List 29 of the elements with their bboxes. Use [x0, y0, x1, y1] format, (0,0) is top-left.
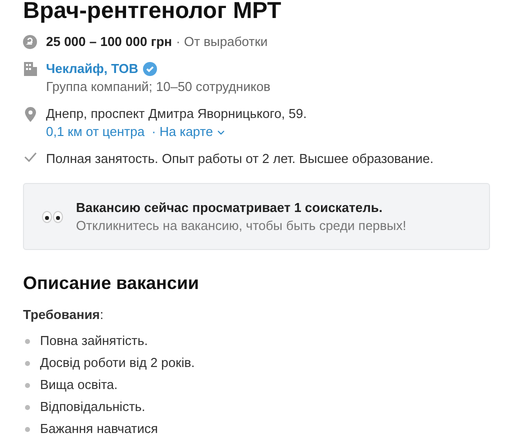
bullet-icon	[25, 426, 30, 432]
distance-link[interactable]: 0,1 км от центра	[46, 123, 145, 141]
eyes-icon	[42, 210, 64, 222]
company-link[interactable]: Чеклайф, ТОВ	[46, 60, 138, 78]
requirement-item: Досвід роботи від 2 років.	[40, 354, 195, 372]
salary-range: 25 000 – 100 000 грн	[46, 33, 172, 51]
address-text: Днепр, проспект Дмитра Яворницького, 59.	[46, 105, 307, 123]
job-title: Врач-рентгенолог МРТ	[23, 0, 282, 23]
requirement-item: Бажання навчатися	[40, 420, 158, 438]
map-link[interactable]: · На карте	[152, 123, 225, 141]
bullet-icon	[25, 338, 30, 344]
location-pin-icon	[24, 107, 36, 122]
bullet-icon	[25, 382, 30, 388]
salary-note: · От выработки	[176, 33, 268, 51]
section-heading: Описание вакансии	[23, 272, 200, 294]
requirement-item: Повна зайнятість.	[40, 332, 148, 350]
requirement-item: Відповідальність.	[40, 398, 146, 416]
notice-title: Вакансию сейчас просматривает 1 соискатель.	[76, 198, 384, 216]
requirement-item: Вища освіта.	[40, 376, 118, 394]
check-icon	[24, 152, 36, 162]
building-icon	[24, 62, 36, 76]
notice-text: Откликнитесь на вакансию, чтобы быть среди первых!	[76, 216, 406, 234]
conditions-text: Полная занятость. Опыт работы от 2 лет. Высшее образование.	[46, 150, 434, 168]
chevron-down-icon	[216, 130, 225, 134]
bullet-icon	[25, 360, 30, 366]
company-details: Группа компаний; 10–50 сотрудников	[46, 78, 270, 96]
bullet-icon	[25, 404, 30, 410]
currency-icon	[23, 35, 37, 49]
requirements-label: Требования:	[23, 306, 105, 324]
